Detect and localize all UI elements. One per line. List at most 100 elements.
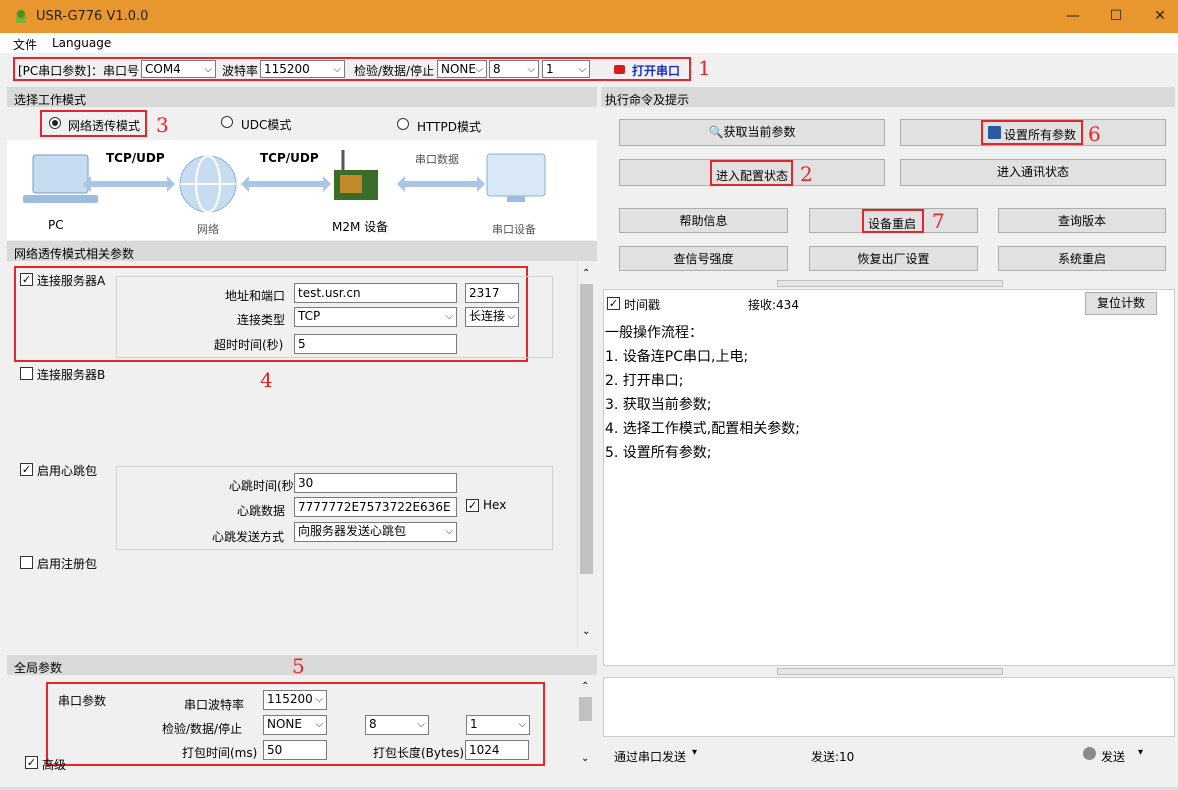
help-button[interactable]: 帮助信息 — [619, 208, 788, 233]
restart-label: 设备重启 — [868, 217, 917, 231]
global-pack-time-label: 打包时间(ms) — [182, 746, 258, 760]
mode-radio-udc[interactable] — [221, 116, 233, 128]
scroll-down-icon[interactable]: ⌄ — [581, 753, 589, 764]
heartbeat-data-input[interactable]: 7777772E7573722E636E — [294, 497, 457, 517]
splitter-handle-bottom[interactable] — [777, 668, 1003, 675]
parity-select[interactable]: NONE ⌵ — [437, 60, 487, 78]
factory-reset-button[interactable]: 恢复出厂设置 — [809, 246, 978, 271]
scroll-down-icon[interactable]: ⌄ — [582, 626, 590, 637]
server-a-type-label: 连接类型 — [237, 313, 286, 327]
serial-param-label: [PC串口参数]：串口号 — [18, 64, 139, 78]
baud-select[interactable]: 115200 ⌵ — [260, 60, 345, 78]
server-a-port-input[interactable]: 2317 — [465, 283, 519, 303]
recv-count: 接收:434 — [748, 298, 799, 312]
annotation-2: 2 — [800, 162, 813, 186]
heartbeat-time-input[interactable]: 30 — [294, 473, 457, 493]
reset-count-button[interactable]: 复位计数 — [1085, 292, 1157, 315]
app-icon — [13, 9, 29, 24]
stopbits-select[interactable]: 1 ⌵ — [542, 60, 590, 78]
menu-file[interactable]: 文件 — [13, 36, 37, 53]
menu-bar: 文件 Language — [0, 33, 1178, 53]
server-a-conn-select[interactable]: 长连接 ⌵ — [465, 307, 519, 327]
chevron-down-icon: ⌵ — [333, 64, 341, 75]
mode-label-udc: UDC模式 — [241, 118, 292, 132]
register-checkbox[interactable] — [20, 556, 33, 569]
signal-button[interactable]: 查信号强度 — [619, 246, 788, 271]
open-port-button[interactable]: 打开串口 — [632, 62, 680, 79]
global-check-label: 检验/数据/停止 — [162, 722, 243, 736]
global-parity-select[interactable]: NONE ⌵ — [263, 715, 327, 735]
timestamp-checkbox[interactable]: ✓ — [607, 297, 620, 310]
send-input-area[interactable] — [603, 677, 1175, 737]
enter-comm-button[interactable]: 进入通讯状态 — [900, 159, 1166, 186]
minimize-button[interactable]: — — [1050, 0, 1096, 33]
global-pack-len-input[interactable]: 1024 — [465, 740, 529, 760]
diagram-pc-label: PC — [48, 218, 64, 232]
timestamp-label: 时间戳 — [624, 298, 661, 312]
server-a-conn-value: 长连接 — [469, 309, 506, 323]
log-line: 4. 选择工作模式,配置相关参数; — [605, 421, 800, 437]
splitter-handle-top[interactable] — [777, 280, 1003, 287]
hex-checkbox[interactable]: ✓ — [466, 499, 479, 512]
scroll-thumb[interactable] — [580, 284, 593, 574]
mode-header: 选择工作模式 — [14, 93, 87, 107]
server-a-addr-input[interactable]: test.usr.cn — [294, 283, 457, 303]
server-b-checkbox[interactable] — [20, 367, 33, 380]
mode-radio-httpd[interactable] — [397, 118, 409, 130]
chevron-down-icon: ⌵ — [578, 64, 586, 75]
set-all-label: 设置所有参数 — [1004, 128, 1077, 142]
annotation-4: 4 — [260, 368, 273, 392]
global-pack-len-label: 打包长度(Bytes) — [373, 746, 465, 760]
baud-label: 波特率 — [222, 64, 259, 78]
mode-radio-transparent[interactable] — [49, 117, 61, 129]
global-baud-label: 串口波特率 — [184, 698, 245, 712]
chevron-down-icon: ⌵ — [315, 719, 323, 730]
maximize-button[interactable]: ☐ — [1093, 0, 1139, 33]
close-button[interactable]: ✕ — [1137, 0, 1178, 33]
com-port-select[interactable]: COM4 ⌵ — [141, 60, 216, 78]
get-params-button[interactable]: 🔍获取当前参数 — [619, 119, 885, 146]
heartbeat-checkbox[interactable]: ✓ — [20, 463, 33, 476]
annotation-5: 5 — [292, 654, 305, 678]
heartbeat-mode-select[interactable]: 向服务器发送心跳包 ⌵ — [294, 522, 457, 542]
global-baud-select[interactable]: 115200 ⌵ — [263, 690, 327, 710]
send-button[interactable]: 发送 — [1101, 748, 1125, 765]
heartbeat-time-label: 心跳时间(秒) — [229, 479, 295, 493]
system-restart-button[interactable]: 系统重启 — [998, 246, 1166, 271]
server-a-type-select[interactable]: TCP ⌵ — [294, 307, 457, 327]
mode-label-transparent: 网络透传模式 — [68, 119, 141, 133]
server-a-checkbox[interactable]: ✓ — [20, 273, 33, 286]
chevron-down-icon: ⌵ — [445, 311, 453, 322]
global-databits-select[interactable]: 8 ⌵ — [365, 715, 429, 735]
check-label: 检验/数据/停止 — [354, 64, 435, 78]
server-b-label: 连接服务器B — [37, 368, 106, 382]
global-stopbits-select[interactable]: 1 ⌵ — [466, 715, 530, 735]
global-scrollbar[interactable]: ⌃ ⌄ — [577, 677, 595, 769]
query-version-button[interactable]: 查询版本 — [998, 208, 1166, 233]
scroll-up-icon[interactable]: ⌃ — [582, 268, 590, 279]
window-title: USR-G776 V1.0.0 — [36, 9, 149, 24]
net-params-scrollbar[interactable]: ⌃ ⌄ — [577, 262, 595, 648]
chevron-down-icon: ⌵ — [507, 311, 515, 322]
sent-count: 发送:10 — [811, 750, 855, 764]
global-databits-value: 8 — [369, 717, 377, 731]
log-line: 3. 获取当前参数; — [605, 397, 712, 413]
heartbeat-label: 启用心跳包 — [37, 464, 98, 478]
annotation-6: 6 — [1088, 122, 1101, 146]
scroll-thumb[interactable] — [579, 697, 592, 721]
server-a-timeout-input[interactable]: 5 — [294, 334, 457, 354]
get-params-label: 获取当前参数 — [723, 125, 796, 139]
server-a-type-value: TCP — [298, 309, 321, 323]
advanced-label: 高级 — [42, 758, 67, 772]
send-via-select[interactable]: 通过串口发送 — [614, 748, 686, 765]
menu-language[interactable]: Language — [52, 36, 111, 50]
chevron-down-icon: ⌵ — [315, 694, 323, 705]
global-pack-time-input[interactable]: 50 — [263, 740, 327, 760]
diagram-serial-data-label: 串口数据 — [415, 153, 459, 166]
server-a-addr-label: 地址和端口 — [225, 289, 286, 303]
advanced-checkbox[interactable]: ✓ — [25, 756, 38, 769]
annotation-1: 1 — [698, 56, 711, 80]
log-line: 2. 打开串口; — [605, 373, 684, 389]
scroll-up-icon[interactable]: ⌃ — [581, 681, 589, 692]
databits-select[interactable]: 8 ⌵ — [489, 60, 539, 78]
